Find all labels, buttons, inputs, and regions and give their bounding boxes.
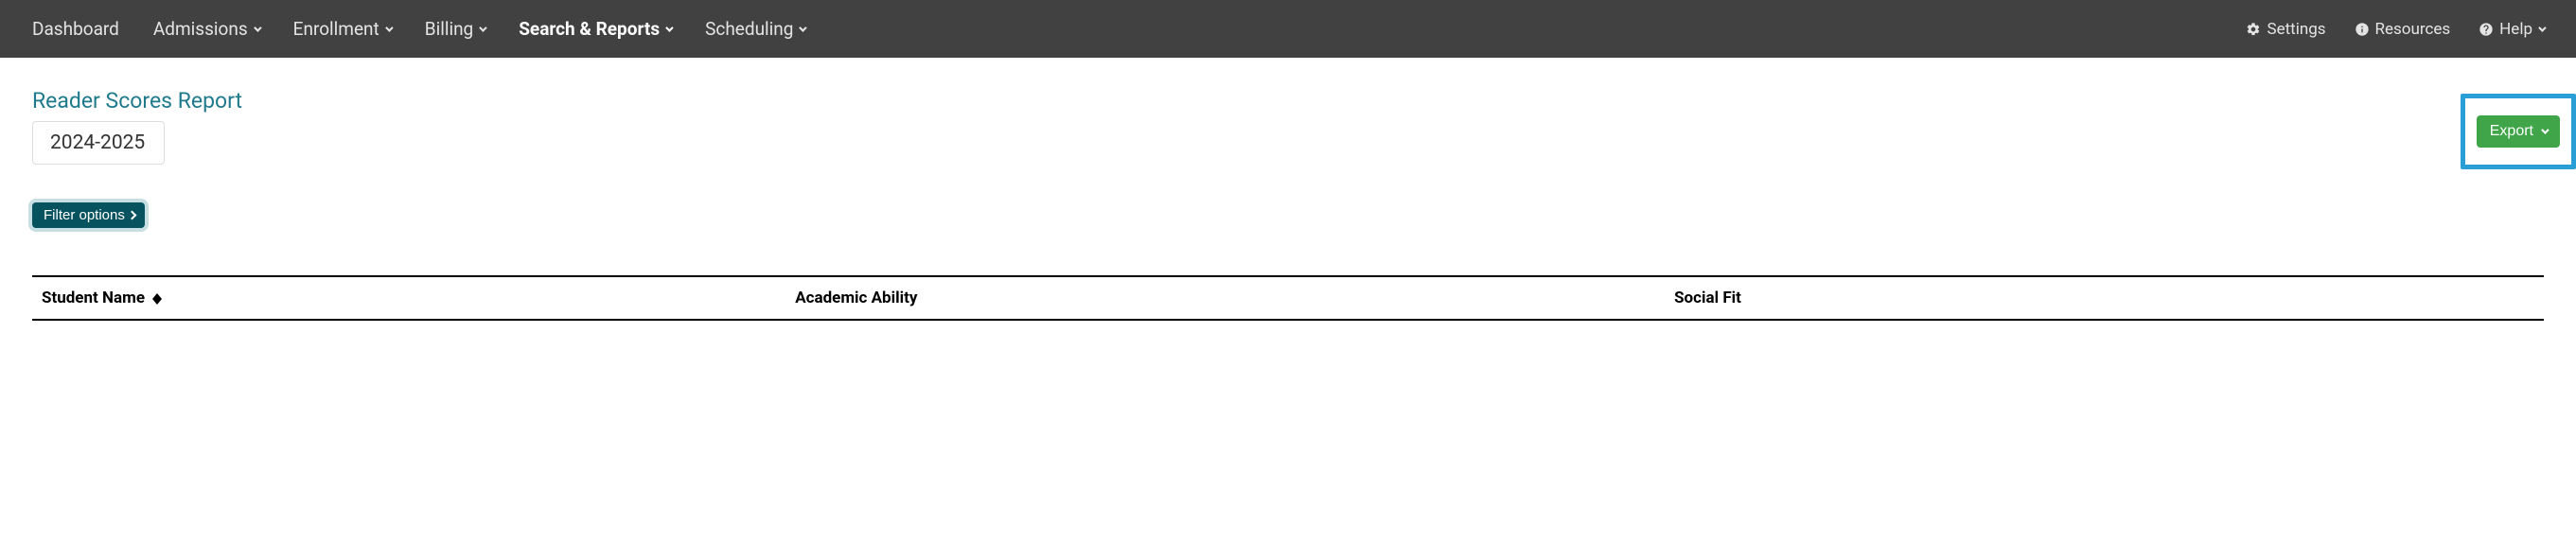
nav-resources[interactable]: Resources bbox=[2355, 20, 2451, 39]
chevron-right-icon bbox=[127, 211, 136, 220]
chevron-down-icon bbox=[2538, 24, 2546, 31]
col-social-fit[interactable]: Social Fit bbox=[1665, 276, 2544, 320]
page-content: Reader Scores Report 2024-2025 Export Fi… bbox=[0, 58, 2576, 321]
gear-icon bbox=[2246, 22, 2261, 37]
col-student-name[interactable]: Student Name bbox=[32, 276, 785, 320]
page-header-left: Reader Scores Report 2024-2025 bbox=[32, 88, 242, 165]
nav-right-group: Settings Resources Help bbox=[2246, 20, 2544, 39]
nav-search-reports[interactable]: Search & Reports bbox=[519, 18, 671, 40]
chevron-down-icon bbox=[800, 24, 807, 31]
chevron-down-icon bbox=[385, 24, 393, 31]
nav-left-group: Dashboard Admissions Enrollment Billing … bbox=[32, 18, 804, 40]
export-button-label: Export bbox=[2490, 123, 2533, 140]
nav-scheduling[interactable]: Scheduling bbox=[705, 18, 804, 40]
nav-dashboard[interactable]: Dashboard bbox=[32, 18, 119, 40]
col-student-name-label: Student Name bbox=[42, 289, 145, 307]
col-academic-ability[interactable]: Academic Ability bbox=[785, 276, 1665, 320]
nav-search-reports-label: Search & Reports bbox=[519, 18, 660, 40]
nav-enrollment[interactable]: Enrollment bbox=[293, 18, 391, 40]
nav-help-label: Help bbox=[2499, 20, 2532, 39]
results-table: Student Name Academic Ability Social Fit bbox=[32, 275, 2544, 321]
chevron-down-icon bbox=[254, 24, 261, 31]
chevron-down-icon bbox=[479, 24, 486, 31]
chevron-down-icon bbox=[665, 24, 673, 31]
page-title: Reader Scores Report bbox=[32, 88, 242, 114]
table-header-row: Student Name Academic Ability Social Fit bbox=[32, 276, 2544, 320]
filter-options-label: Filter options bbox=[44, 207, 125, 223]
nav-help[interactable]: Help bbox=[2479, 20, 2544, 39]
nav-billing-label: Billing bbox=[425, 18, 473, 40]
filter-options-button[interactable]: Filter options bbox=[32, 202, 145, 228]
info-icon bbox=[2355, 22, 2370, 37]
nav-dashboard-label: Dashboard bbox=[32, 18, 119, 40]
results-table-wrap: Student Name Academic Ability Social Fit bbox=[32, 275, 2544, 321]
nav-admissions-label: Admissions bbox=[153, 18, 248, 40]
export-button[interactable]: Export bbox=[2477, 115, 2560, 148]
col-academic-ability-label: Academic Ability bbox=[795, 289, 917, 307]
col-social-fit-label: Social Fit bbox=[1674, 289, 1741, 307]
help-icon bbox=[2479, 22, 2494, 37]
nav-resources-label: Resources bbox=[2375, 20, 2451, 39]
year-select-value: 2024-2025 bbox=[50, 131, 145, 154]
main-navbar: Dashboard Admissions Enrollment Billing … bbox=[0, 0, 2576, 58]
nav-scheduling-label: Scheduling bbox=[705, 18, 793, 40]
chevron-down-icon bbox=[2541, 126, 2549, 133]
nav-enrollment-label: Enrollment bbox=[293, 18, 379, 40]
year-select[interactable]: 2024-2025 bbox=[32, 121, 165, 165]
page-header-row: Reader Scores Report 2024-2025 Export bbox=[32, 88, 2544, 165]
nav-admissions[interactable]: Admissions bbox=[153, 18, 259, 40]
sort-icon bbox=[152, 293, 162, 305]
nav-settings-label: Settings bbox=[2267, 20, 2325, 39]
nav-settings[interactable]: Settings bbox=[2246, 20, 2325, 39]
nav-billing[interactable]: Billing bbox=[425, 18, 485, 40]
export-highlight-box: Export bbox=[2461, 94, 2576, 169]
